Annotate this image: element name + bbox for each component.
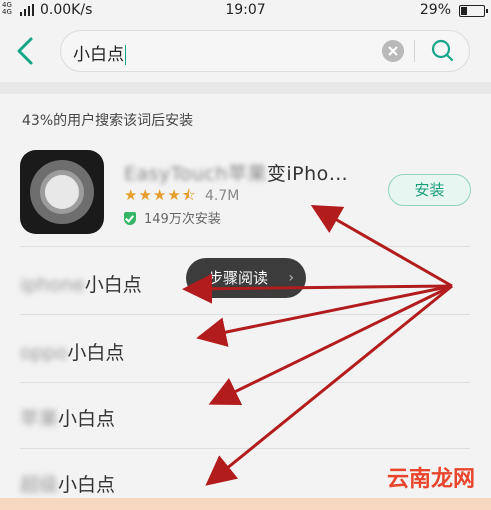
arrow-to-row-apple — [208, 284, 453, 405]
bottom-strip — [0, 498, 491, 510]
watermark: 云南龙网 — [386, 467, 475, 492]
annotation-arrows — [182, 205, 453, 486]
arrow-to-row-super — [205, 284, 453, 486]
arrow-to-row-oppo — [196, 284, 453, 347]
arrow-to-app — [310, 205, 453, 288]
arrow-to-pill — [182, 273, 453, 304]
